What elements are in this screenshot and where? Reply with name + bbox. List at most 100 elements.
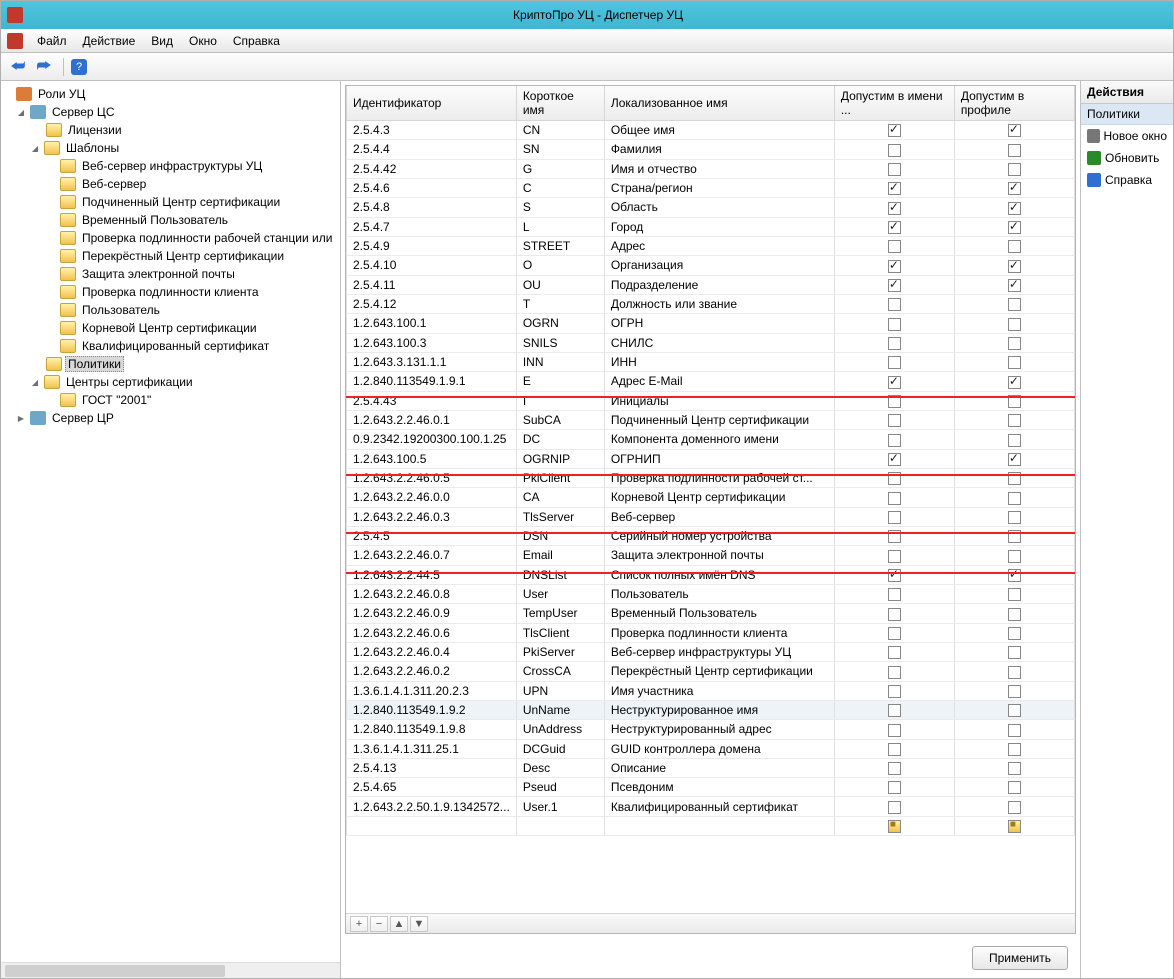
table-row[interactable]: 1.2.840.113549.1.9.2UnNameНеструктуриров… <box>347 700 1075 719</box>
checkbox-in-profile[interactable] <box>1008 414 1021 427</box>
checkbox-in-name[interactable] <box>888 781 901 794</box>
checkbox-in-name[interactable] <box>888 240 901 253</box>
table-row[interactable]: 2.5.4.7LГород <box>347 217 1075 236</box>
remove-row-button[interactable]: − <box>370 916 388 932</box>
table-row[interactable]: 1.2.643.2.2.46.0.4PkiServerВеб-сервер ин… <box>347 642 1075 661</box>
twisty[interactable] <box>15 107 27 118</box>
checkbox-in-profile[interactable] <box>1008 434 1021 447</box>
checkbox-in-profile[interactable] <box>1008 550 1021 563</box>
col-id[interactable]: Идентификатор <box>347 86 517 121</box>
checkbox-in-name[interactable] <box>888 395 901 408</box>
table-row[interactable]: 1.2.643.2.2.46.0.7EmailЗащита электронно… <box>347 546 1075 565</box>
checkbox-in-name[interactable] <box>888 124 901 137</box>
table-row[interactable]: 1.2.643.100.5OGRNIPОГРНИП <box>347 449 1075 468</box>
checkbox-in-profile[interactable] <box>1008 124 1021 137</box>
checkbox-in-name[interactable] <box>888 376 901 389</box>
tree-template-item[interactable]: Временный Пользователь <box>79 213 231 227</box>
checkbox-in-name[interactable] <box>888 182 901 195</box>
checkbox-in-name[interactable] <box>888 337 901 350</box>
checkbox-in-name[interactable] <box>888 608 901 621</box>
checkbox-in-name[interactable] <box>888 530 901 543</box>
apply-button[interactable]: Применить <box>972 946 1068 970</box>
table-row[interactable]: 2.5.4.3CNОбщее имя <box>347 121 1075 140</box>
checkbox-in-profile[interactable] <box>1008 240 1021 253</box>
nav-forward-button[interactable]: ⮫ <box>33 56 55 78</box>
table-row[interactable]: 2.5.4.6CСтрана/регион <box>347 178 1075 197</box>
table-row[interactable]: 1.2.643.2.2.46.0.9TempUserВременный Поль… <box>347 604 1075 623</box>
table-row[interactable]: 1.2.643.2.2.50.1.9.1342572...User.1Квали… <box>347 797 1075 816</box>
checkbox-in-profile[interactable] <box>1008 260 1021 273</box>
table-row[interactable]: 1.2.840.113549.1.9.8UnAddressНеструктури… <box>347 720 1075 739</box>
checkbox-in-profile[interactable] <box>1008 472 1021 485</box>
table-row[interactable]: 1.2.643.100.1OGRNОГРН <box>347 314 1075 333</box>
table-row[interactable]: 1.2.643.2.2.44.5DNSListСписок полных имё… <box>347 565 1075 584</box>
checkbox-in-profile[interactable] <box>1008 627 1021 640</box>
table-row[interactable]: 1.2.643.2.2.46.0.1SubCAПодчиненный Центр… <box>347 410 1075 429</box>
table-row[interactable]: 2.5.4.65PseudПсевдоним <box>347 778 1075 797</box>
checkbox-in-name[interactable] <box>888 453 901 466</box>
nav-back-button[interactable]: ⮨ <box>7 56 29 78</box>
checkbox-in-profile[interactable] <box>1008 781 1021 794</box>
checkbox-in-profile[interactable] <box>1008 762 1021 775</box>
checkbox-in-profile[interactable] <box>1008 685 1021 698</box>
col-loc[interactable]: Локализованное имя <box>604 86 834 121</box>
menu-file[interactable]: Файл <box>29 29 75 53</box>
col-in-name[interactable]: Допустим в имени ... <box>834 86 954 121</box>
tree-template-item[interactable]: Проверка подлинности рабочей станции или <box>79 231 335 245</box>
checkbox-in-name[interactable] <box>888 279 901 292</box>
menu-view[interactable]: Вид <box>143 29 181 53</box>
checkbox-in-name[interactable] <box>888 472 901 485</box>
checkbox-in-profile[interactable] <box>1008 704 1021 717</box>
table-row[interactable]: 1.3.6.1.4.1.311.20.2.3UPNИмя участника <box>347 681 1075 700</box>
checkbox-in-profile[interactable] <box>1008 279 1021 292</box>
table-row[interactable]: 1.2.643.100.3SNILSСНИЛС <box>347 333 1075 352</box>
table-row[interactable]: 0.9.2342.19200300.100.1.25DCКомпонента д… <box>347 430 1075 449</box>
twisty[interactable] <box>29 377 41 388</box>
checkbox-in-name[interactable] <box>888 260 901 273</box>
checkbox-in-name[interactable] <box>888 318 901 331</box>
table-row[interactable]: 2.5.4.8SОбласть <box>347 198 1075 217</box>
checkbox-in-profile[interactable] <box>1008 666 1021 679</box>
tree-template-item[interactable]: Веб-сервер <box>79 177 149 191</box>
checkbox-in-profile[interactable] <box>1008 163 1021 176</box>
tree-horizontal-scrollbar[interactable] <box>1 962 340 978</box>
action-new-window[interactable]: Новое окно <box>1081 125 1173 147</box>
tree-root[interactable]: Роли УЦ <box>35 87 88 101</box>
table-row[interactable]: 2.5.4.5DSNСерийный номер устройства <box>347 526 1075 545</box>
action-refresh[interactable]: Обновить <box>1081 147 1173 169</box>
twisty[interactable] <box>15 413 27 424</box>
twisty[interactable] <box>29 143 41 154</box>
tree-gost[interactable]: ГОСТ "2001" <box>79 393 154 407</box>
table-row[interactable]: 2.5.4.4SNФамилия <box>347 140 1075 159</box>
table-row[interactable]: 1.2.643.2.2.46.0.8UserПользователь <box>347 584 1075 603</box>
tree-template-item[interactable]: Корневой Центр сертификации <box>79 321 260 335</box>
table-row[interactable]: 2.5.4.13DescОписание <box>347 758 1075 777</box>
grid[interactable]: Идентификатор Короткое имя Локализованно… <box>346 86 1075 836</box>
checkbox-in-profile[interactable] <box>1008 453 1021 466</box>
menu-help[interactable]: Справка <box>225 29 288 53</box>
tree-licenses[interactable]: Лицензии <box>65 123 125 137</box>
tree[interactable]: Роли УЦ Сервер ЦС Лицензии Шаблоны Веб-с… <box>1 81 340 962</box>
checkbox-in-name[interactable] <box>888 666 901 679</box>
table-row[interactable]: 1.3.6.1.4.1.311.25.1DCGuidGUID контролле… <box>347 739 1075 758</box>
col-short[interactable]: Короткое имя <box>516 86 604 121</box>
tree-template-item[interactable]: Веб-сервер инфраструктуры УЦ <box>79 159 265 173</box>
checkbox-in-profile[interactable] <box>1008 646 1021 659</box>
table-row[interactable]: 1.2.840.113549.1.9.1EАдрес E-Mail <box>347 372 1075 391</box>
checkbox-in-profile[interactable] <box>1008 356 1021 369</box>
tree-template-item[interactable]: Защита электронной почты <box>79 267 238 281</box>
checkbox-in-profile[interactable] <box>1008 530 1021 543</box>
move-up-button[interactable]: ▲ <box>390 916 408 932</box>
checkbox-in-profile[interactable] <box>1008 743 1021 756</box>
table-row[interactable]: 2.5.4.42GИмя и отчество <box>347 159 1075 178</box>
checkbox-in-name[interactable] <box>888 704 901 717</box>
checkbox-in-name[interactable] <box>888 356 901 369</box>
checkbox-in-profile[interactable] <box>1008 511 1021 524</box>
checkbox-in-name[interactable] <box>888 414 901 427</box>
table-row[interactable]: 1.2.643.2.2.46.0.0CAКорневой Центр серти… <box>347 488 1075 507</box>
checkbox-in-profile[interactable] <box>1008 202 1021 215</box>
tree-policies[interactable]: Политики <box>65 356 124 372</box>
table-row[interactable]: 1.2.643.2.2.46.0.3TlsServerВеб-сервер <box>347 507 1075 526</box>
table-row[interactable]: 1.2.643.2.2.46.0.2CrossCAПерекрёстный Це… <box>347 662 1075 681</box>
checkbox-in-profile[interactable] <box>1008 569 1021 582</box>
